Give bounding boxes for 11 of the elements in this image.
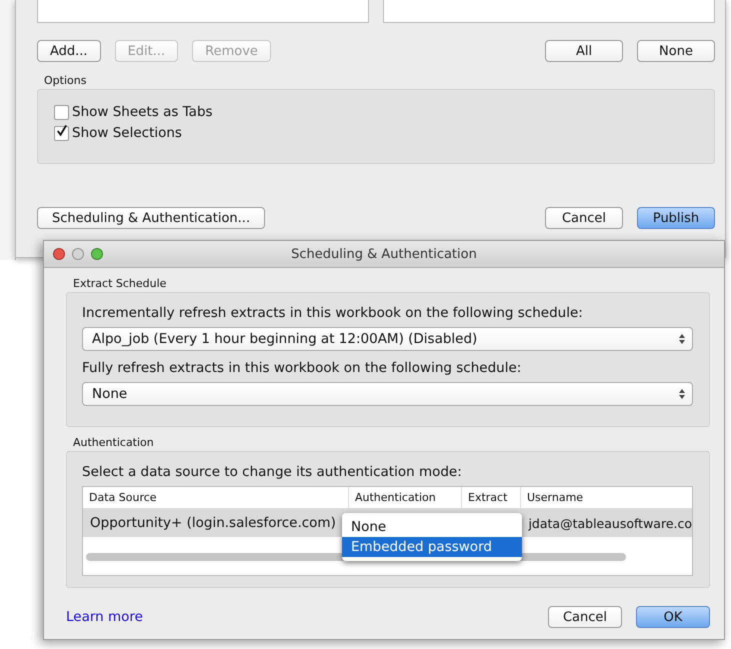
options-label: Options: [44, 74, 88, 87]
checkbox-label: Show Sheets as Tabs: [72, 104, 213, 120]
table-cell-text: Opportunity+ (login.salesforce.com): [89, 515, 337, 531]
section-label: Extract Schedule: [73, 277, 168, 290]
field-label: Fully refresh extracts in this workbook on the following schedule:: [82, 360, 522, 376]
section-label: Authentication: [73, 436, 155, 449]
table-cell-text: jdata@tableausoftware.co: [527, 516, 692, 530]
checkbox-label: Show Selections: [72, 125, 182, 141]
prompt-text: Select a data source to change its authentication mode:: [82, 464, 463, 480]
field-label: Incrementally refresh extracts in this workbook on the following schedule:: [82, 305, 584, 321]
window-title: Scheduling & Authentication: [291, 246, 477, 262]
